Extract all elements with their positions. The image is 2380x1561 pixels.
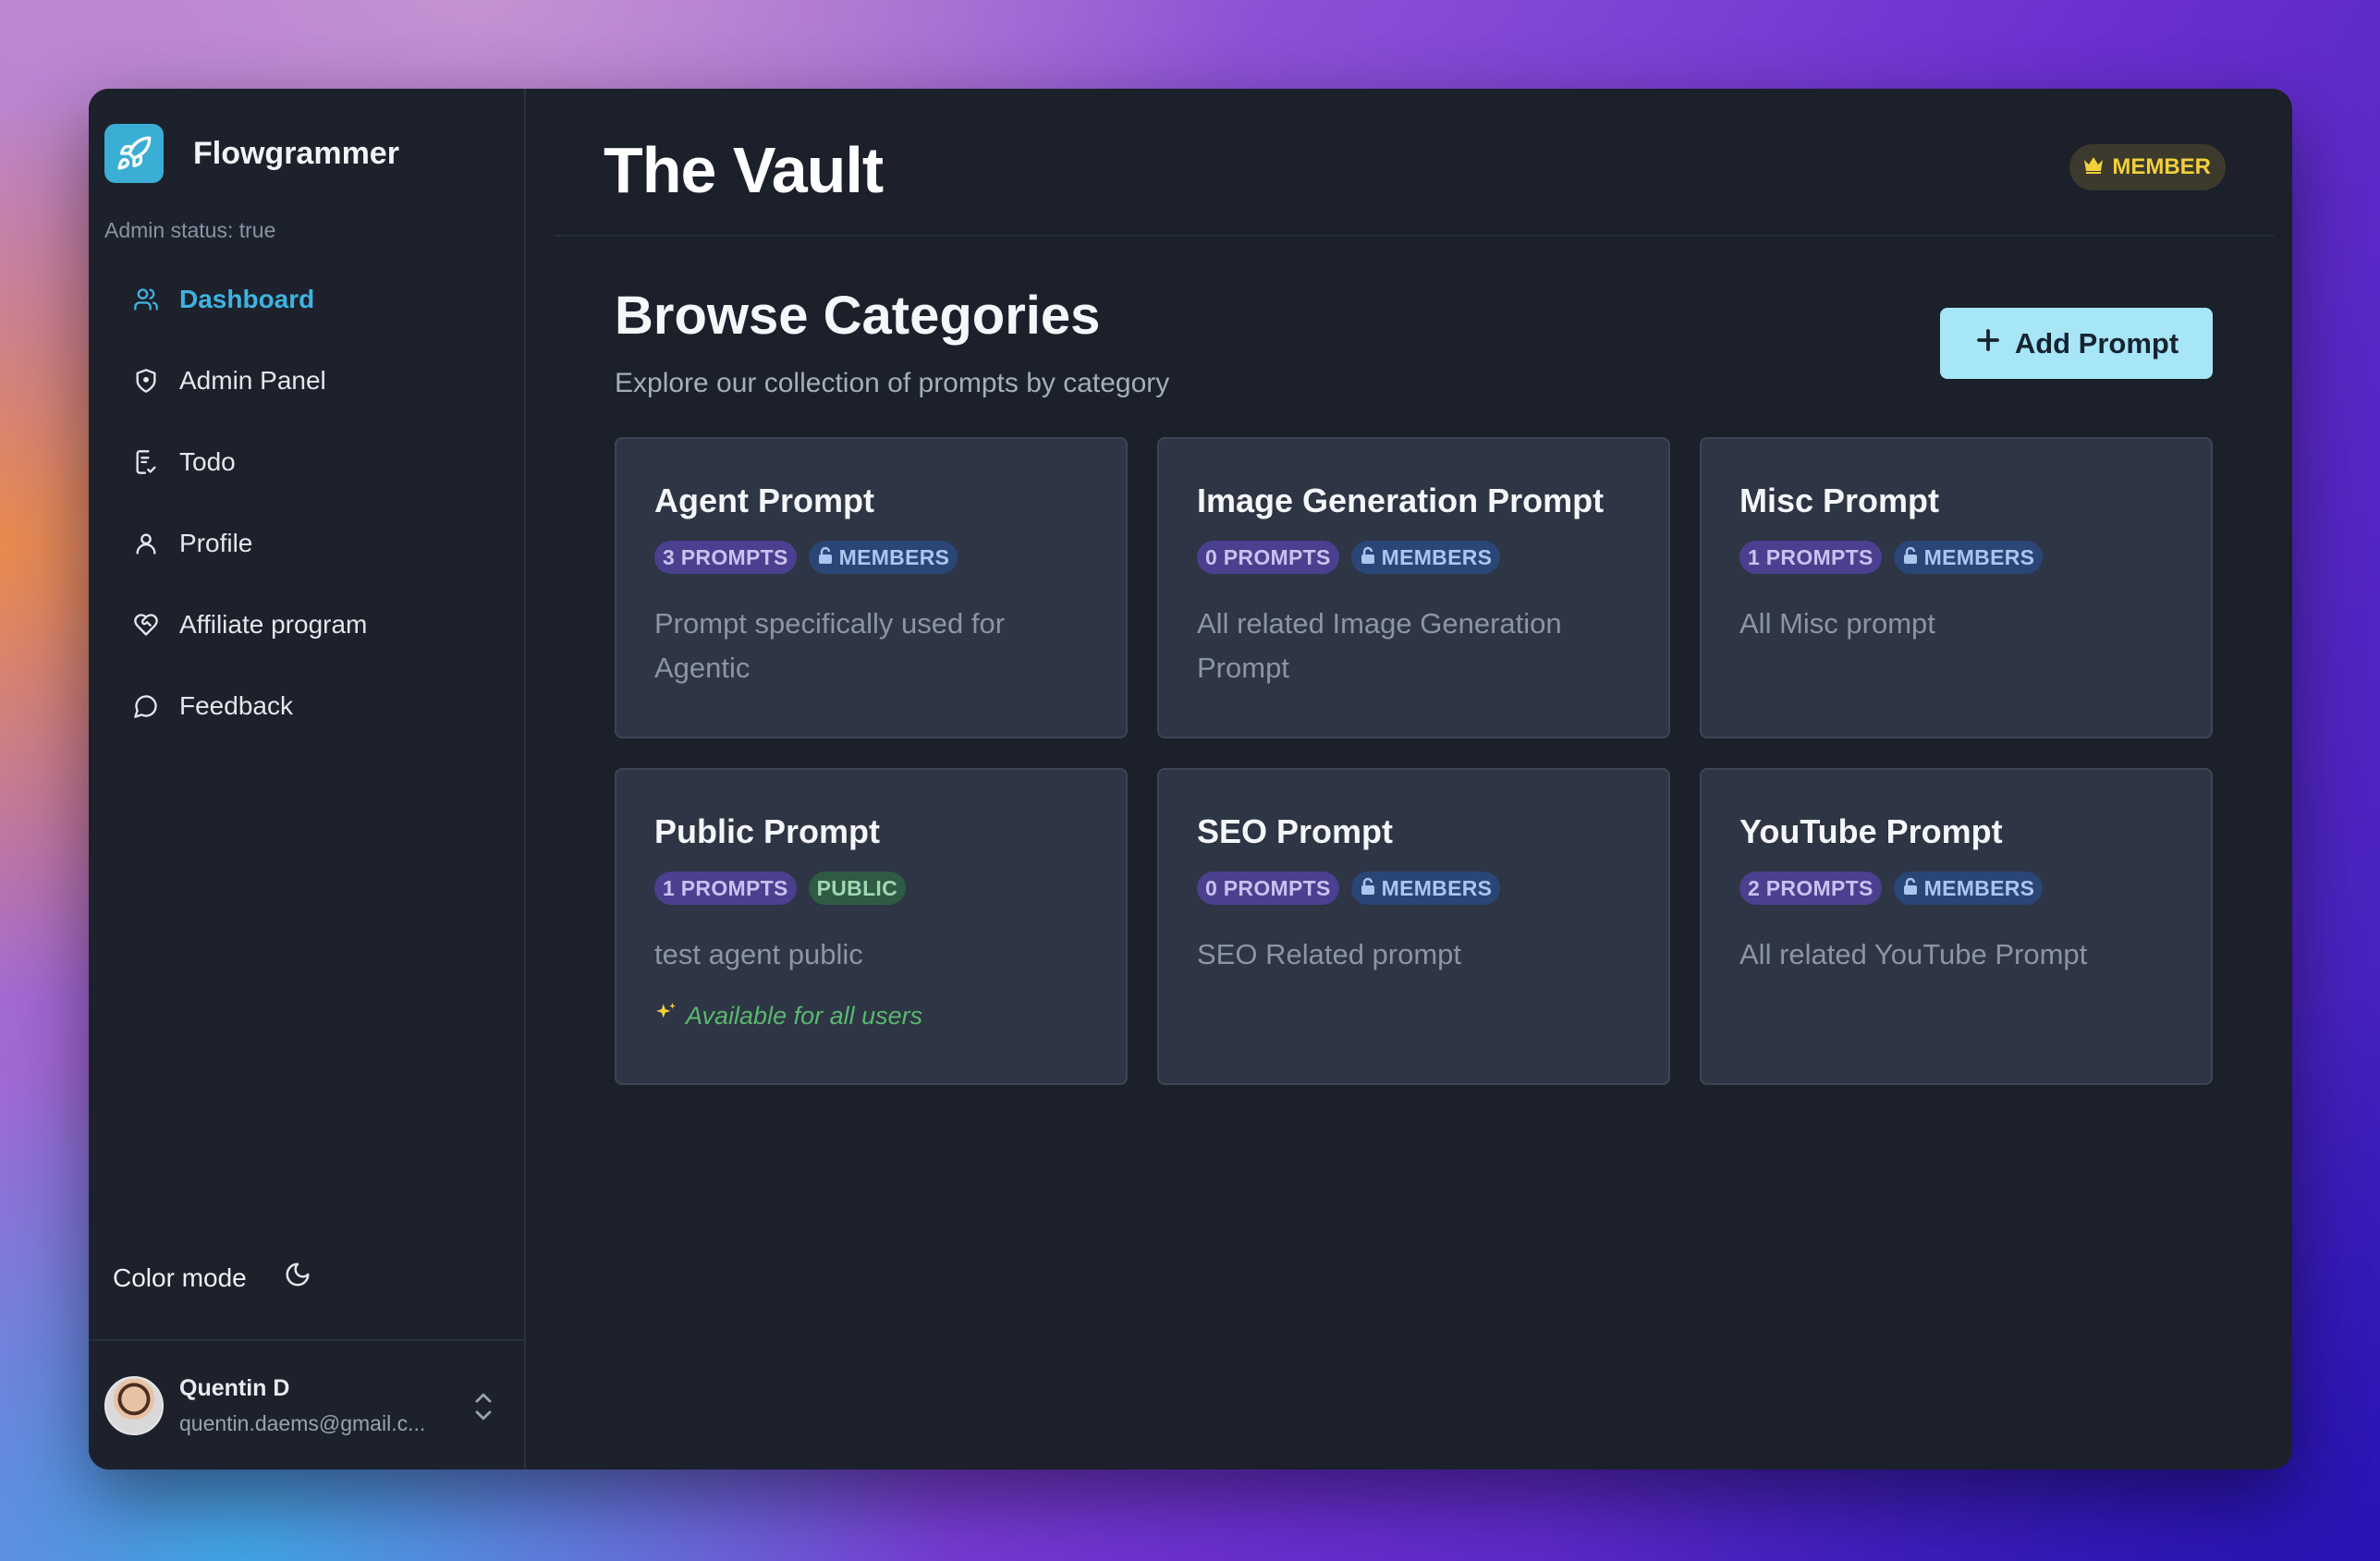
sidebar-item-dashboard[interactable]: Dashboard [133, 259, 494, 340]
sparkles-icon [654, 1001, 678, 1031]
category-card-youtube[interactable]: YouTube Prompt 2 PROMPTS MEMBERS All rel… [1700, 768, 2213, 1085]
sidebar-item-profile[interactable]: Profile [133, 503, 494, 584]
sidebar-item-label: Admin Panel [179, 366, 326, 395]
category-description: SEO Related prompt [1197, 938, 1462, 970]
access-badge: PUBLIC [808, 872, 907, 905]
prompt-count-badge: 1 PROMPTS [1739, 541, 1882, 574]
category-card-image-generation[interactable]: Image Generation Prompt 0 PROMPTS MEMBER… [1157, 437, 1670, 738]
sidebar-nav: Dashboard Admin Panel Todo Profile Affil… [133, 259, 494, 747]
category-title: Agent Prompt [654, 482, 874, 519]
brand[interactable]: Flowgrammer [104, 124, 399, 183]
category-description: test agent public [654, 938, 863, 970]
access-badge: MEMBERS [1893, 541, 2044, 574]
sidebar-item-label: Todo [179, 447, 236, 476]
access-badge: MEMBERS [808, 541, 958, 574]
category-description: Prompt specifically used for Agentic [654, 607, 1006, 684]
sidebar-item-label: Dashboard [179, 285, 315, 313]
member-badge-label: MEMBER [2112, 154, 2211, 179]
color-mode-label: Color mode [113, 1262, 247, 1292]
sidebar-item-admin-panel[interactable]: Admin Panel [133, 340, 494, 421]
lock-icon [817, 545, 834, 570]
add-prompt-button[interactable]: Add Prompt [1940, 308, 2213, 379]
users-icon [133, 287, 159, 312]
sidebar-item-label: Profile [179, 529, 253, 557]
shield-icon [133, 368, 159, 394]
access-badge: MEMBERS [1350, 541, 1501, 574]
user-icon [133, 530, 159, 556]
avatar [104, 1375, 164, 1435]
admin-status: Admin status: true [104, 218, 276, 242]
heart-handshake-icon [133, 612, 159, 638]
category-title: Misc Prompt [1739, 482, 1940, 519]
member-badge: MEMBER [2069, 144, 2226, 190]
plus-icon [1974, 326, 2002, 361]
moon-icon[interactable] [284, 1261, 311, 1295]
rocket-icon [104, 124, 164, 183]
app-window: Flowgrammer Admin status: true Dashboard… [89, 89, 2292, 1470]
prompt-count-badge: 1 PROMPTS [654, 872, 797, 905]
message-circle-icon [133, 693, 159, 719]
sidebar-item-label: Affiliate program [179, 610, 368, 639]
app-name: Flowgrammer [193, 135, 399, 171]
user-menu[interactable]: Quentin D quentin.daems@gmail.c... [89, 1339, 524, 1470]
category-description: All related Image Generation Prompt [1197, 607, 1562, 684]
category-card-public[interactable]: Public Prompt 1 PROMPTS PUBLIC test agen… [615, 768, 1128, 1085]
color-mode-toggle[interactable]: Color mode [113, 1261, 311, 1295]
section-title: Browse Categories [615, 286, 1101, 346]
lock-icon [1902, 876, 1919, 901]
category-title: YouTube Prompt [1739, 812, 2003, 850]
access-badge: MEMBERS [1893, 872, 2044, 905]
availability-note: Available for all users [654, 1001, 1088, 1031]
sidebar-item-todo[interactable]: Todo [133, 421, 494, 503]
add-prompt-label: Add Prompt [2014, 326, 2179, 360]
access-badge: MEMBERS [1350, 872, 1501, 905]
prompt-count-badge: 2 PROMPTS [1739, 872, 1882, 905]
category-card-agent[interactable]: Agent Prompt 3 PROMPTS MEMBERS Prompt sp… [615, 437, 1128, 738]
section-subtitle: Explore our collection of prompts by cat… [615, 368, 1170, 398]
chevrons-up-down-icon[interactable] [470, 1389, 496, 1429]
lock-icon [1902, 545, 1919, 570]
user-name: Quentin D [179, 1374, 290, 1401]
sidebar-item-label: Feedback [179, 691, 293, 720]
lock-icon [1360, 545, 1376, 570]
crown-icon [2082, 154, 2105, 181]
category-description: All related YouTube Prompt [1739, 938, 2088, 970]
lock-icon [1360, 876, 1376, 901]
prompt-count-badge: 3 PROMPTS [654, 541, 797, 574]
category-title: Image Generation Prompt [1197, 482, 1605, 519]
category-card-misc[interactable]: Misc Prompt 1 PROMPTS MEMBERS All Misc p… [1700, 437, 2213, 738]
category-description: All Misc prompt [1739, 607, 1935, 640]
prompt-count-badge: 0 PROMPTS [1197, 541, 1339, 574]
prompt-count-badge: 0 PROMPTS [1197, 872, 1339, 905]
category-title: Public Prompt [654, 812, 881, 850]
topbar: The Vault MEMBER [554, 89, 2274, 237]
category-card-seo[interactable]: SEO Prompt 0 PROMPTS MEMBERS SEO Related… [1157, 768, 1670, 1085]
sidebar-item-affiliate[interactable]: Affiliate program [133, 584, 494, 665]
user-email: quentin.daems@gmail.c... [179, 1410, 426, 1435]
category-title: SEO Prompt [1197, 812, 1394, 850]
page-title: The Vault [604, 134, 884, 206]
sidebar: Flowgrammer Admin status: true Dashboard… [89, 89, 526, 1470]
sidebar-item-feedback[interactable]: Feedback [133, 665, 494, 747]
clipboard-check-icon [133, 449, 159, 475]
